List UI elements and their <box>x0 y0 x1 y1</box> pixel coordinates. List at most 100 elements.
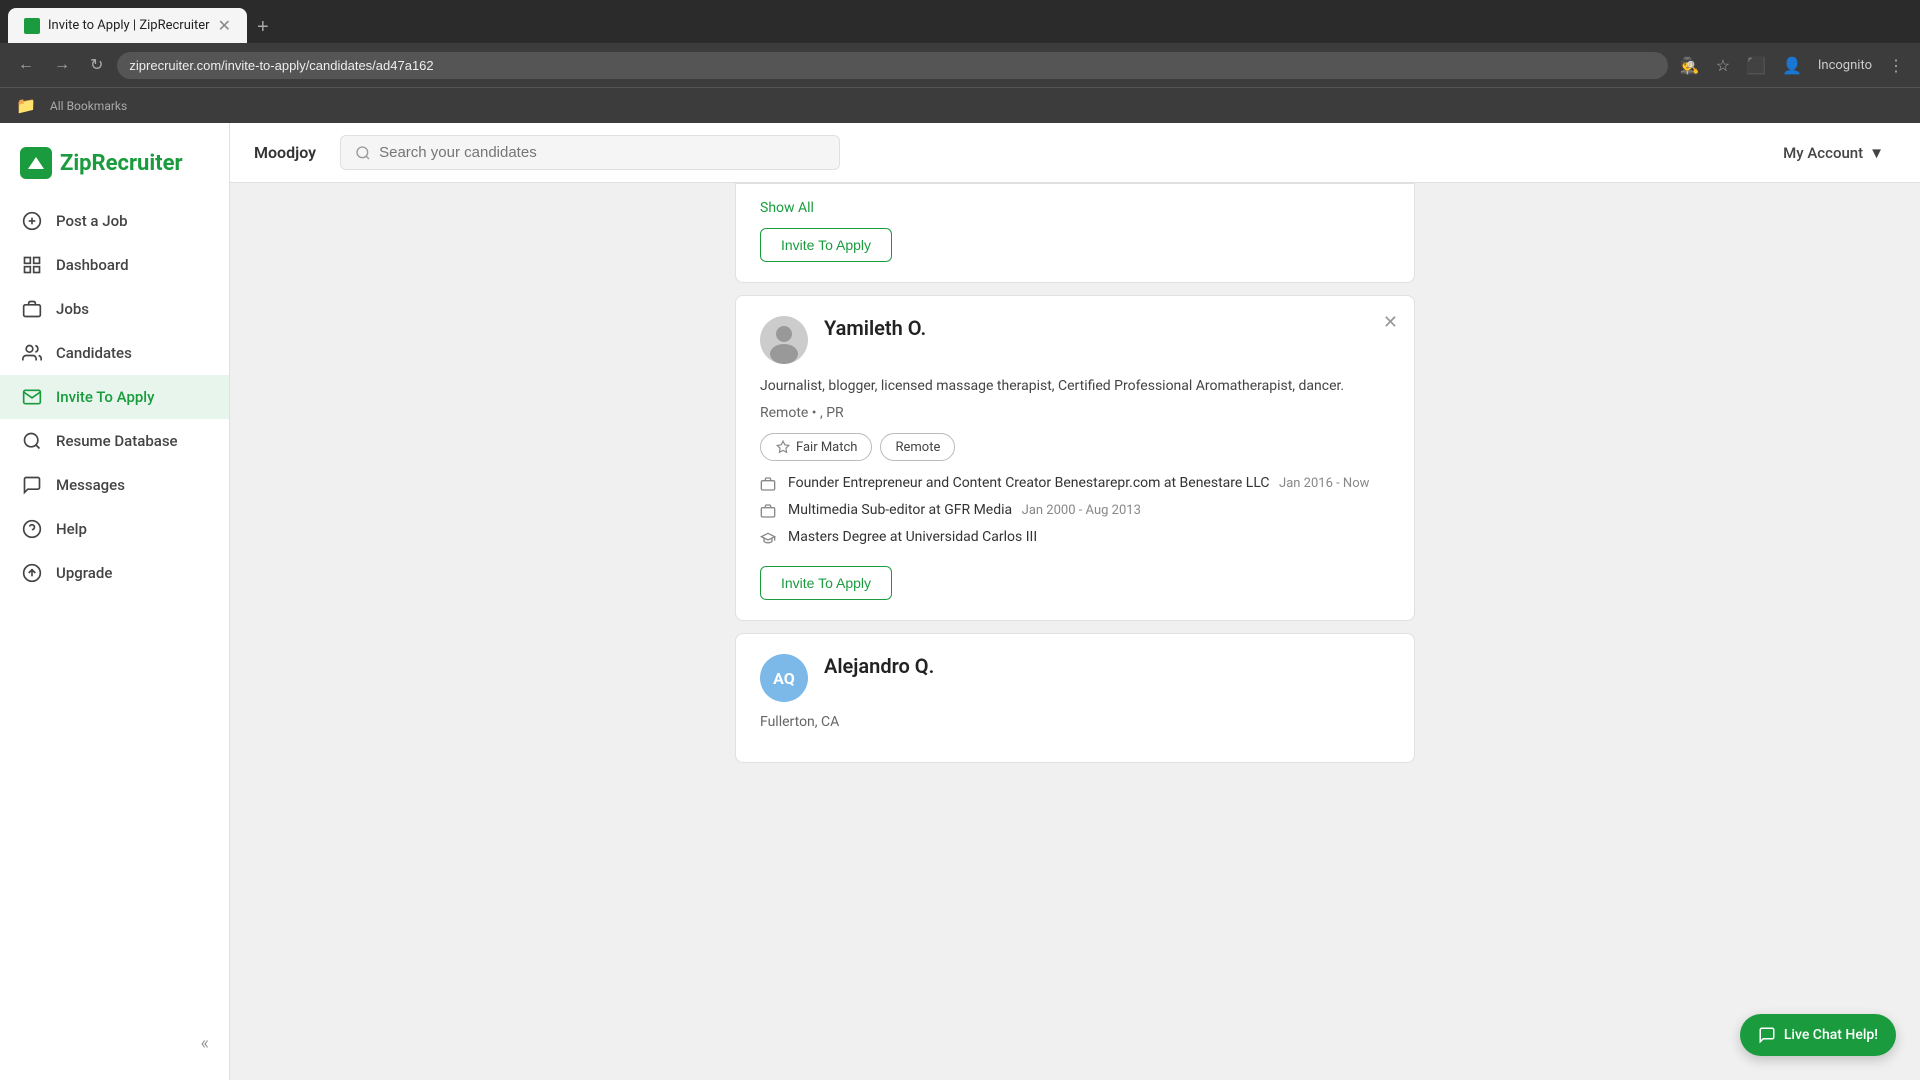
sidebar-item-invite-to-apply[interactable]: Invite To Apply <box>0 375 229 419</box>
alejandro-card-header: AQ Alejandro Q. <box>760 654 1390 702</box>
new-tab-button[interactable]: + <box>249 12 277 43</box>
briefcase-exp-icon-2 <box>760 503 778 521</box>
experience-text-1: Founder Entrepreneur and Content Creator… <box>788 475 1369 491</box>
my-account-button[interactable]: My Account ▼ <box>1771 138 1896 168</box>
exp-date-2: Jan 2000 - Aug 2013 <box>1022 503 1141 518</box>
sidebar-item-messages[interactable]: Messages <box>0 463 229 507</box>
main-content: Moodjoy My Account ▼ Show All Invite To … <box>230 123 1920 1080</box>
profile-icon[interactable]: 👤 <box>1778 52 1806 79</box>
grid-icon <box>20 253 44 277</box>
sidebar-item-resume-database[interactable]: Resume Database <box>0 419 229 463</box>
incognito-label: Incognito <box>1814 54 1876 77</box>
post-job-label: Post a Job <box>56 212 128 230</box>
header-right: My Account ▼ <box>1771 138 1896 168</box>
graduation-icon <box>760 530 778 548</box>
alejandro-avatar: AQ <box>760 654 808 702</box>
live-chat-label: Live Chat Help! <box>1784 1027 1878 1043</box>
app-container: ZipRecruiter Post a Job Dashboard Jobs C… <box>0 123 1920 1080</box>
dashboard-label: Dashboard <box>56 256 129 274</box>
message-circle-icon <box>20 473 44 497</box>
alejandro-location: Fullerton, CA <box>760 714 1390 730</box>
bookmarks-bar: 📁 All Bookmarks <box>0 87 1920 123</box>
tab-title: Invite to Apply | ZipRecruiter <box>48 18 210 33</box>
sidebar-collapse-btn[interactable]: « <box>0 1023 229 1064</box>
candidate-description: Journalist, blogger, licensed massage th… <box>760 376 1390 397</box>
logo-area: ZipRecruiter <box>0 139 229 199</box>
sidebar-item-candidates[interactable]: Candidates <box>0 331 229 375</box>
company-name: Moodjoy <box>254 143 316 162</box>
active-tab[interactable]: Invite to Apply | ZipRecruiter ✕ <box>8 8 247 43</box>
invite-to-apply-label: Invite To Apply <box>56 388 154 406</box>
reload-button[interactable]: ↻ <box>84 51 109 79</box>
browser-nav: ← → ↻ 🕵 ☆ ⬛ 👤 Incognito ⋮ <box>0 43 1920 87</box>
top-invite-button[interactable]: Invite To Apply <box>760 228 892 262</box>
experience-item-1: Founder Entrepreneur and Content Creator… <box>760 475 1390 494</box>
exp-title-1: Founder Entrepreneur and Content Creator… <box>788 475 1270 491</box>
show-all-link[interactable]: Show All <box>760 200 1390 216</box>
candidate-card-alejandro: AQ Alejandro Q. Fullerton, CA <box>735 633 1415 763</box>
jobs-label: Jobs <box>56 300 89 318</box>
sidebar-item-upgrade[interactable]: Upgrade <box>0 551 229 595</box>
back-button[interactable]: ← <box>12 52 40 78</box>
users-icon <box>20 341 44 365</box>
exp-title-2: Multimedia Sub-editor at GFR Media <box>788 502 1012 518</box>
candidate-name-alejandro: Alejandro Q. <box>824 654 934 678</box>
fair-match-tag: Fair Match <box>760 433 872 461</box>
extension-icon[interactable]: ⬛ <box>1742 52 1770 79</box>
app-header: Moodjoy My Account ▼ <box>230 123 1920 183</box>
fair-match-label: Fair Match <box>796 440 857 455</box>
browser-tabs: Invite to Apply | ZipRecruiter ✕ + <box>0 0 1920 43</box>
forward-button[interactable]: → <box>48 52 76 78</box>
search-bar-icon <box>355 145 371 161</box>
incognito-icon: 🕵 <box>1676 52 1704 79</box>
top-partial-card: Show All Invite To Apply <box>735 183 1415 283</box>
live-chat-button[interactable]: Live Chat Help! <box>1740 1014 1896 1056</box>
help-label: Help <box>56 520 87 538</box>
cards-area: Show All Invite To Apply ✕ <box>735 183 1415 783</box>
briefcase-icon <box>20 297 44 321</box>
menu-icon[interactable]: ⋮ <box>1884 52 1908 79</box>
sidebar-item-post-job[interactable]: Post a Job <box>0 199 229 243</box>
upgrade-icon <box>20 561 44 585</box>
collapse-icon: « <box>201 1033 209 1054</box>
my-account-label: My Account <box>1783 144 1863 162</box>
resume-database-label: Resume Database <box>56 432 178 450</box>
bookmarks-icon: 📁 <box>12 92 40 119</box>
sidebar: ZipRecruiter Post a Job Dashboard Jobs C… <box>0 123 230 1080</box>
tab-favicon <box>24 18 40 34</box>
search-bar <box>340 135 840 170</box>
logo-text: ZipRecruiter <box>60 151 183 176</box>
nav-icons: 🕵 ☆ ⬛ 👤 Incognito ⋮ <box>1676 52 1908 79</box>
all-bookmarks-link[interactable]: All Bookmarks <box>44 97 133 115</box>
education-item-1: Masters Degree at Universidad Carlos III <box>760 529 1390 548</box>
sidebar-item-jobs[interactable]: Jobs <box>0 287 229 331</box>
page-content: Show All Invite To Apply ✕ <box>230 183 1920 1080</box>
candidate-location: Remote • , PR <box>760 405 1390 421</box>
help-circle-icon <box>20 517 44 541</box>
ziprecruiter-logo-icon <box>20 147 52 179</box>
edu-degree-1: Masters Degree at Universidad Carlos III <box>788 529 1037 545</box>
experience-item-2: Multimedia Sub-editor at GFR Media Jan 2… <box>760 502 1390 521</box>
search-input[interactable] <box>379 144 825 161</box>
education-text-1: Masters Degree at Universidad Carlos III <box>788 529 1037 545</box>
search-icon <box>20 429 44 453</box>
messages-label: Messages <box>56 476 125 494</box>
tab-close-btn[interactable]: ✕ <box>218 16 231 35</box>
sidebar-item-help[interactable]: Help <box>0 507 229 551</box>
sidebar-item-dashboard[interactable]: Dashboard <box>0 243 229 287</box>
candidates-label: Candidates <box>56 344 132 362</box>
candidate-invite-button-yamileth[interactable]: Invite To Apply <box>760 566 892 600</box>
address-bar[interactable] <box>117 52 1667 79</box>
briefcase-exp-icon-1 <box>760 476 778 494</box>
candidate-name-yamileth: Yamileth O. <box>824 316 926 340</box>
plus-circle-icon <box>20 209 44 233</box>
browser-chrome: Invite to Apply | ZipRecruiter ✕ + ← → ↻… <box>0 0 1920 123</box>
card-close-button[interactable]: ✕ <box>1383 312 1398 333</box>
star-icon[interactable]: ☆ <box>1712 52 1734 79</box>
upgrade-label: Upgrade <box>56 564 112 582</box>
candidate-avatar <box>760 316 808 364</box>
fair-match-icon <box>775 439 791 455</box>
mail-icon <box>20 385 44 409</box>
candidate-tags: Fair Match Remote <box>760 433 1390 461</box>
chevron-down-icon: ▼ <box>1869 144 1884 162</box>
